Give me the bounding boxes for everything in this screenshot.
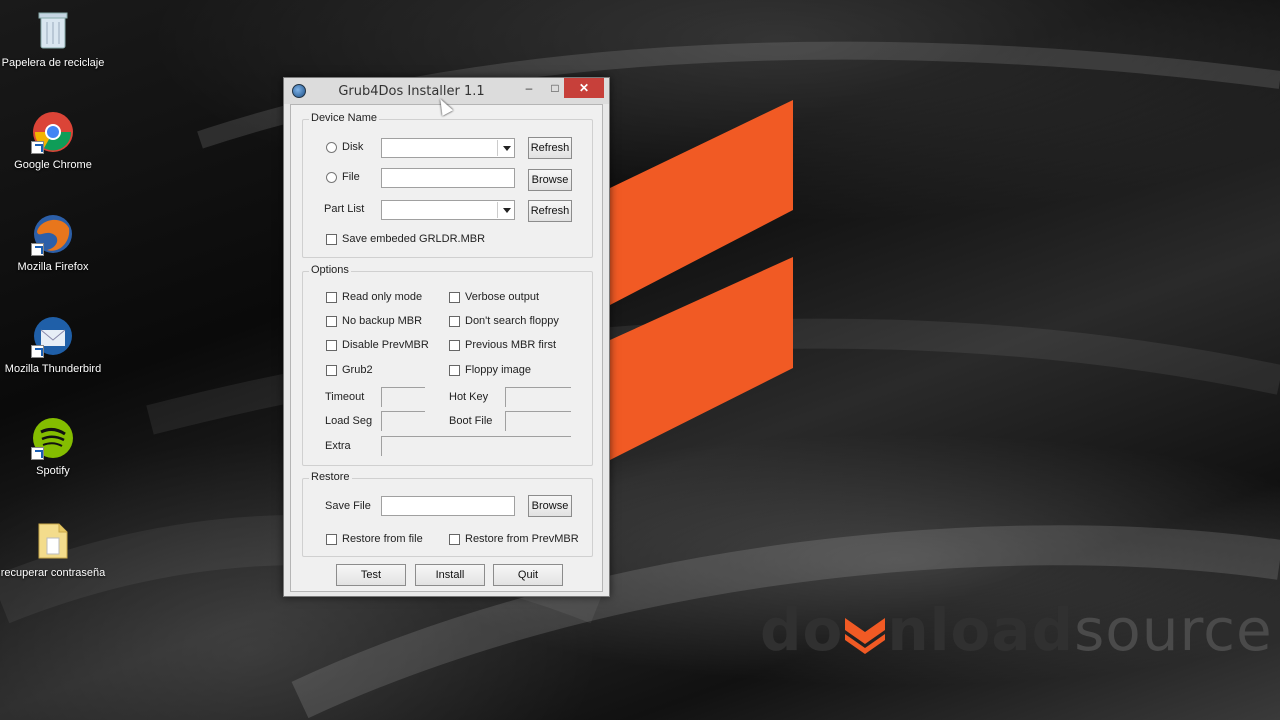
- restore-from-prevmbr-label: Restore from PrevMBR: [465, 533, 579, 545]
- window-client-area: Device Name Disk Refresh File Browse Par…: [290, 104, 603, 592]
- verbose-checkbox[interactable]: [449, 292, 460, 303]
- window-title: Grub4Dos Installer 1.1: [338, 84, 485, 99]
- restore-group: Restore Save File Browse Restore from fi…: [302, 471, 593, 557]
- quit-button[interactable]: Quit: [493, 564, 563, 586]
- file-browse-button[interactable]: Browse: [528, 169, 572, 191]
- chevron-down-icon: [503, 146, 511, 151]
- spotify-icon: [31, 416, 75, 460]
- restore-from-prevmbr-checkbox[interactable]: [449, 534, 460, 545]
- logo-part-do: do: [760, 596, 844, 664]
- disk-refresh-button[interactable]: Refresh: [528, 137, 572, 159]
- combo-divider: [497, 140, 498, 156]
- shortcut-arrow-icon: [31, 345, 44, 358]
- extra-input[interactable]: [381, 436, 571, 456]
- downloadsource-logo: do nloadsource: [760, 596, 1273, 664]
- desktop-icon-thunderbird[interactable]: Mozilla Thunderbird: [0, 314, 106, 376]
- logo-chevron-mark: [610, 100, 793, 460]
- firefox-icon: [31, 212, 75, 256]
- thunderbird-icon: [31, 314, 75, 358]
- desktop-icon-folder[interactable]: recuperar contraseña: [0, 518, 106, 580]
- part-list-label: Part List: [324, 203, 365, 215]
- disable-prevmbr-checkbox[interactable]: [326, 340, 337, 351]
- desktop-icon-firefox[interactable]: Mozilla Firefox: [0, 212, 106, 274]
- chrome-icon: [31, 110, 75, 154]
- logo-part-source: source: [1074, 596, 1273, 664]
- load-seg-label: Load Seg: [325, 415, 373, 427]
- disk-combobox[interactable]: [381, 138, 515, 158]
- previous-mbr-first-label: Previous MBR first: [465, 339, 557, 351]
- close-button[interactable]: ✕: [564, 78, 604, 98]
- minimize-button[interactable]: –: [516, 78, 542, 98]
- grub2-label: Grub2: [342, 364, 373, 376]
- disable-prevmbr-label: Disable PrevMBR: [342, 339, 429, 351]
- save-embeded-label: Save embeded GRLDR.MBR: [342, 233, 486, 245]
- file-input[interactable]: [381, 168, 515, 188]
- verbose-label: Verbose output: [465, 291, 540, 303]
- recycle-bin-icon: [31, 8, 75, 52]
- desktop-icon-label: Google Chrome: [14, 159, 92, 171]
- previous-mbr-first-checkbox[interactable]: [449, 340, 460, 351]
- hot-key-label: Hot Key: [449, 391, 489, 403]
- folder-icon: [31, 518, 75, 562]
- disk-label: Disk: [342, 141, 364, 153]
- combo-divider: [497, 202, 498, 218]
- floppy-image-label: Floppy image: [465, 364, 532, 376]
- hot-key-input[interactable]: [505, 387, 571, 407]
- desktop-icon-label: Spotify: [36, 465, 70, 477]
- desktop-icon-label: Papelera de reciclaje: [1, 57, 105, 69]
- shortcut-arrow-icon: [31, 243, 44, 256]
- desktop-icon-label: Mozilla Thunderbird: [4, 363, 102, 375]
- restore-from-file-checkbox[interactable]: [326, 534, 337, 545]
- options-group: Options Read only mode Verbose output No…: [302, 264, 593, 466]
- desktop-icon-spotify[interactable]: Spotify: [0, 416, 106, 478]
- read-only-checkbox[interactable]: [326, 292, 337, 303]
- timeout-label: Timeout: [325, 391, 365, 403]
- save-file-input[interactable]: [381, 496, 515, 516]
- save-file-browse-button[interactable]: Browse: [528, 495, 572, 517]
- options-group-label: Options: [309, 264, 351, 276]
- device-name-group-label: Device Name: [309, 112, 380, 124]
- restore-group-label: Restore: [309, 471, 352, 483]
- dont-search-floppy-checkbox[interactable]: [449, 316, 460, 327]
- part-list-combobox[interactable]: [381, 200, 515, 220]
- desktop-icon-chrome[interactable]: Google Chrome: [0, 110, 106, 172]
- shortcut-arrow-icon: [31, 141, 44, 154]
- logo-part-nload: nload: [887, 596, 1075, 664]
- extra-label: Extra: [325, 440, 351, 452]
- logo-chevron-icon: [845, 618, 886, 654]
- boot-file-input[interactable]: [505, 411, 571, 431]
- desktop-icon-label: recuperar contraseña: [0, 567, 106, 579]
- load-seg-input[interactable]: [381, 411, 425, 431]
- chevron-down-icon: [503, 208, 511, 213]
- read-only-label: Read only mode: [342, 291, 423, 303]
- dont-search-floppy-label: Don't search floppy: [465, 315, 559, 327]
- install-button[interactable]: Install: [415, 564, 485, 586]
- part-list-refresh-button[interactable]: Refresh: [528, 200, 572, 222]
- no-backup-label: No backup MBR: [342, 315, 423, 327]
- desktop-icon-label: Mozilla Firefox: [17, 261, 89, 273]
- boot-file-label: Boot File: [449, 415, 493, 427]
- floppy-image-checkbox[interactable]: [449, 365, 460, 376]
- save-file-label: Save File: [325, 500, 371, 512]
- save-embeded-checkbox[interactable]: [326, 234, 337, 245]
- device-name-group: Device Name Disk Refresh File Browse Par…: [302, 112, 593, 258]
- disk-radio[interactable]: [326, 142, 337, 153]
- file-label: File: [342, 171, 360, 183]
- timeout-input[interactable]: [381, 387, 425, 407]
- no-backup-checkbox[interactable]: [326, 316, 337, 327]
- file-radio[interactable]: [326, 172, 337, 183]
- desktop-icon-recycle-bin[interactable]: Papelera de reciclaje: [0, 8, 106, 70]
- grub2-checkbox[interactable]: [326, 365, 337, 376]
- shortcut-arrow-icon: [31, 447, 44, 460]
- grub4dos-installer-window: Grub4Dos Installer 1.1 – □ ✕ Device Name…: [283, 77, 610, 597]
- test-button[interactable]: Test: [336, 564, 406, 586]
- restore-from-file-label: Restore from file: [342, 533, 423, 545]
